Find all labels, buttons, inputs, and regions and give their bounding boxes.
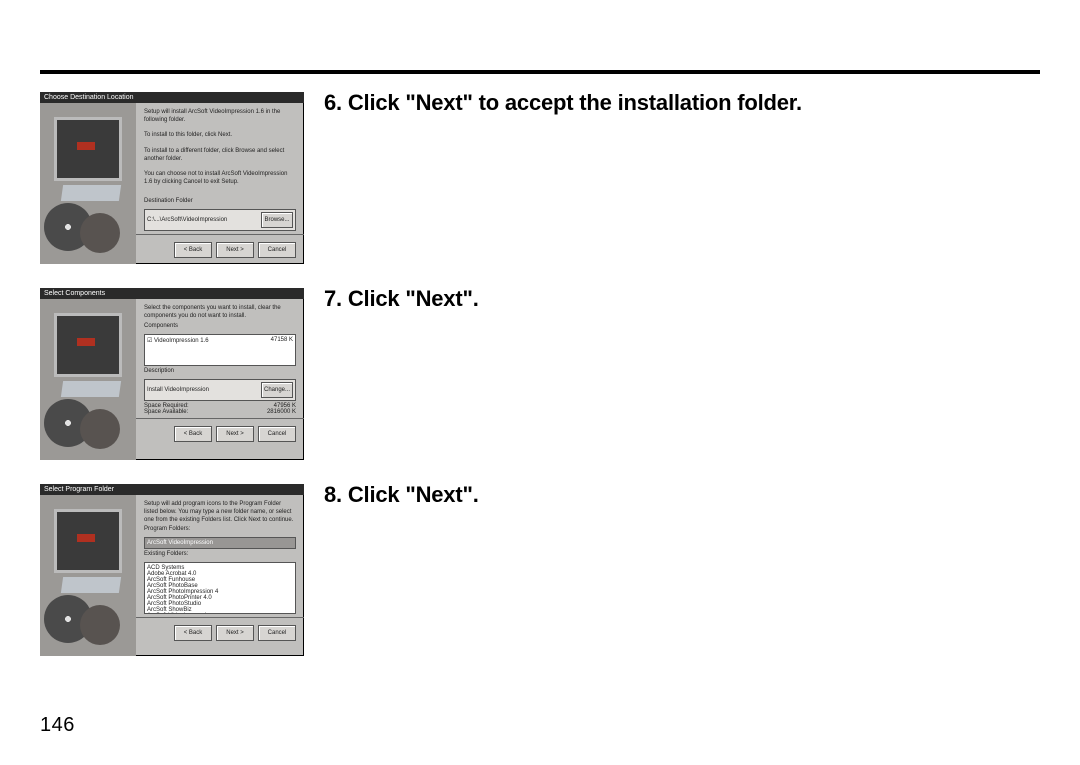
window-titlebar: Choose Destination Location [40, 92, 304, 103]
cancel-button[interactable]: Cancel [258, 242, 296, 258]
list-item[interactable]: ArcSoft VideoImpression [147, 613, 293, 614]
screenshot-destination-location: Choose Destination Location Setup will i… [40, 92, 304, 264]
page-number: 146 [40, 714, 75, 737]
next-button[interactable]: Next > [216, 242, 254, 258]
step-row: Select Program Folder Setup will add pro… [40, 484, 1040, 656]
window-titlebar: Select Components [40, 288, 304, 299]
screenshot-select-components: Select Components Select the components … [40, 288, 304, 460]
components-list[interactable]: ☑ VideoImpression 1.6 47158 K [144, 334, 296, 366]
back-button[interactable]: < Back [174, 625, 212, 641]
next-button[interactable]: Next > [216, 426, 254, 442]
wizard-graphic [40, 299, 136, 460]
wizard-graphic [40, 495, 136, 656]
wizard-graphic [40, 103, 136, 264]
cancel-button[interactable]: Cancel [258, 426, 296, 442]
existing-folders-label: Existing Folders: [144, 551, 296, 557]
step-row: Choose Destination Location Setup will i… [40, 92, 1040, 264]
destination-folder-label: Destination Folder [144, 198, 296, 204]
step-heading: 6. Click "Next" to accept the installati… [324, 90, 1040, 116]
components-label: Components [144, 323, 296, 329]
change-button[interactable]: Change... [261, 382, 293, 398]
destination-path: C:\...\ArcSoft\VideoImpression [147, 217, 227, 223]
cancel-button[interactable]: Cancel [258, 625, 296, 641]
program-folder-input[interactable]: ArcSoft VideoImpression [144, 537, 296, 549]
next-button[interactable]: Next > [216, 625, 254, 641]
space-available-value: 2816000 K [267, 409, 296, 415]
wizard-body-text: Setup will add program icons to the Prog… [144, 501, 296, 524]
component-size: 47158 K [271, 337, 293, 363]
description-label: Description [144, 368, 296, 374]
wizard-body-text: Setup will install ArcSoft VideoImpressi… [144, 109, 296, 187]
back-button[interactable]: < Back [174, 242, 212, 258]
step-heading: 8. Click "Next". [324, 482, 1040, 508]
step-heading: 7. Click "Next". [324, 286, 1040, 312]
program-folder-label: Program Folders: [144, 526, 296, 532]
destination-folder-panel: C:\...\ArcSoft\VideoImpression Browse... [144, 209, 296, 231]
back-button[interactable]: < Back [174, 426, 212, 442]
description-panel: Install VideoImpression Change... [144, 379, 296, 401]
component-item: VideoImpression 1.6 [154, 338, 209, 344]
browse-button[interactable]: Browse... [261, 212, 293, 228]
space-available-label: Space Available: [144, 409, 188, 415]
wizard-body-text: Select the components you want to instal… [144, 305, 296, 321]
manual-page: Choose Destination Location Setup will i… [0, 0, 1080, 710]
screenshot-select-program-folder: Select Program Folder Setup will add pro… [40, 484, 304, 656]
description-text: Install VideoImpression [147, 387, 209, 393]
divider [40, 70, 1040, 74]
window-titlebar: Select Program Folder [40, 484, 304, 495]
step-row: Select Components Select the components … [40, 288, 1040, 460]
existing-folders-list[interactable]: ACD SystemsAdobe Acrobat 4.0ArcSoft Funh… [144, 562, 296, 614]
